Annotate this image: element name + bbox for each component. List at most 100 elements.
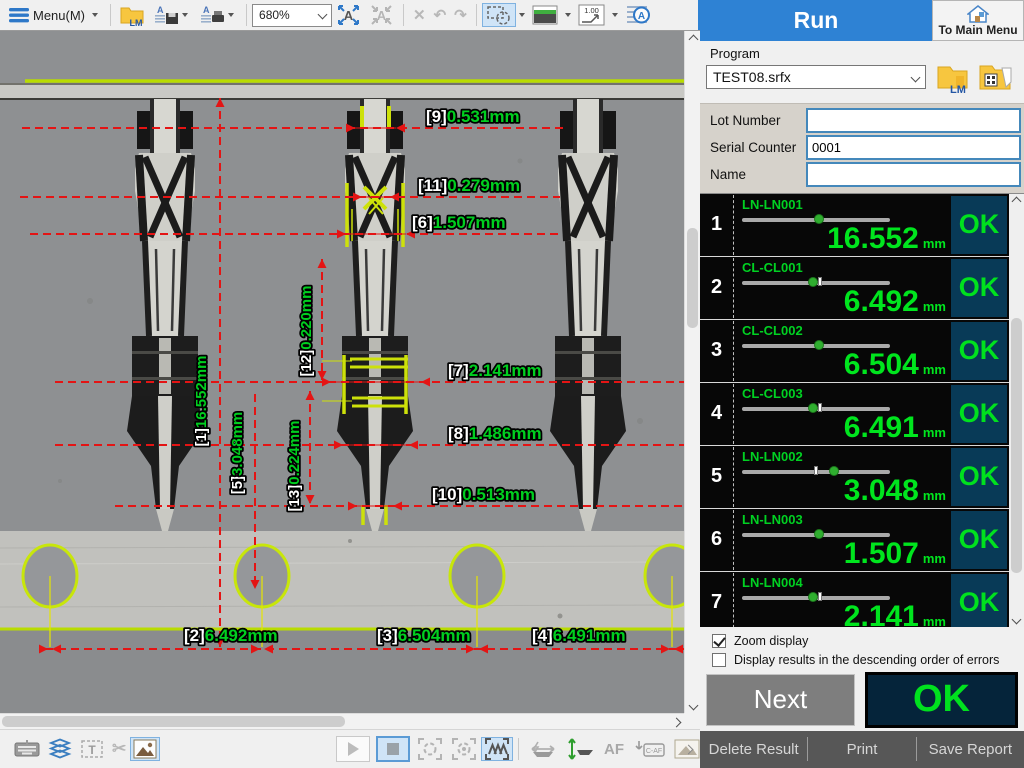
value-marker	[808, 592, 818, 602]
checkbox-2[interactable]	[712, 653, 726, 667]
program-select[interactable]: TEST08.srfx	[706, 65, 926, 89]
run-play-button[interactable]	[336, 736, 370, 762]
fit-zoom-out-button[interactable]: A	[367, 2, 396, 28]
xy-stage-button[interactable]	[526, 736, 560, 762]
run-stop-button[interactable]	[376, 736, 410, 762]
text-annotation-icon: T	[80, 739, 104, 759]
focus-once-button[interactable]	[415, 736, 445, 762]
toolbar-separator	[110, 4, 111, 26]
serial-counter-input[interactable]	[806, 135, 1021, 160]
open-program-button[interactable]: LM	[118, 2, 147, 28]
measurement-value: 2.141	[844, 602, 919, 628]
measurement-unit: mm	[923, 236, 946, 251]
result-row[interactable]: 1LN-LN00116.552mmOK	[700, 194, 1009, 257]
stop-icon	[387, 743, 399, 755]
text-annotation-button[interactable]: T	[78, 736, 106, 762]
threshold-dropdown-arrow[interactable]	[612, 13, 618, 17]
result-number: 5	[700, 446, 733, 508]
xy-stage-icon	[528, 738, 558, 760]
main-menu-button[interactable]: Menu(M)	[7, 2, 103, 28]
lm-folder-icon: LM	[120, 3, 145, 27]
name-input[interactable]	[806, 162, 1021, 187]
horizontal-scroll-thumb[interactable]	[2, 716, 345, 727]
vertical-scroll-thumb[interactable]	[687, 228, 698, 328]
svg-text:[6]1.507mm: [6]1.507mm	[412, 213, 506, 232]
camera-view[interactable]: [9]0.531mm [11]0.279mm [6]1.507mm [7]2.141m…	[0, 30, 700, 730]
redo-button[interactable]: ↷	[454, 6, 467, 24]
depth-composition-button[interactable]	[481, 737, 513, 761]
results-scroll-down[interactable]	[1009, 611, 1024, 627]
to-main-menu-button[interactable]: To Main Menu	[932, 0, 1024, 41]
measurement-unit: mm	[923, 362, 946, 377]
svg-text:[1]16.552mm: [1]16.552mm	[193, 356, 210, 447]
zoom-level-value: 680%	[259, 8, 290, 22]
result-row[interactable]: 7LN-LN0042.141mmOK	[700, 572, 1009, 628]
toolbar-expand-button[interactable]	[683, 736, 694, 762]
checkbox-1[interactable]	[712, 634, 726, 648]
svg-text:A: A	[344, 8, 354, 23]
lot-number-input[interactable]	[806, 108, 1021, 133]
result-row[interactable]: 5LN-LN0023.048mmOK	[700, 446, 1009, 509]
save-dropdown-arrow[interactable]	[182, 13, 188, 17]
menu-dropdown-arrow	[92, 13, 98, 17]
checkbox-row-1[interactable]: Zoom display	[712, 631, 1024, 650]
brightness-dropdown-arrow[interactable]	[565, 13, 571, 17]
fit-zoom-in-icon: A	[336, 3, 361, 27]
region-select-tool[interactable]	[482, 3, 516, 27]
ok-button[interactable]: OK	[865, 672, 1018, 728]
result-row[interactable]: 4CL-CL0036.491mmOK	[700, 383, 1009, 446]
fields-grid: Lot NumberSerial CounterName	[700, 103, 1024, 193]
measurement-name: LN-LN001	[742, 197, 803, 212]
value-marker	[808, 277, 818, 287]
result-number: 1	[700, 194, 733, 256]
result-row[interactable]: 3CL-CL0026.504mmOK	[700, 320, 1009, 383]
af-button[interactable]: AF	[604, 741, 624, 758]
camera-image: [9]0.531mm [11]0.279mm [6]1.507mm [7]2.141m…	[0, 31, 684, 713]
region-tool-dropdown-arrow[interactable]	[519, 13, 525, 17]
continuous-af-button[interactable]: C-AF	[632, 736, 668, 762]
results-scroll-up[interactable]	[1009, 194, 1024, 210]
scroll-right-arrow[interactable]	[668, 714, 684, 730]
program-folder-button[interactable]: LM	[934, 64, 972, 90]
image-horizontal-scrollbar[interactable]	[0, 713, 684, 730]
next-button[interactable]: Next	[706, 674, 855, 726]
result-row[interactable]: 6LN-LN0031.507mmOK	[700, 509, 1009, 572]
result-row[interactable]: 2CL-CL0016.492mmOK	[700, 257, 1009, 320]
threshold-tool[interactable]: 1.00	[576, 2, 607, 28]
undo-button[interactable]: ↶	[434, 6, 447, 24]
delete-measure-button[interactable]: ✕	[413, 6, 426, 24]
value-wrap: 3.048mm	[844, 476, 946, 506]
result-number: 6	[700, 509, 733, 571]
svg-text:[9]0.531mm: [9]0.531mm	[426, 107, 520, 126]
layers-button[interactable]	[46, 736, 74, 762]
print-button[interactable]: Print	[808, 741, 915, 758]
measurement-value: 3.048	[844, 476, 919, 506]
checkbox-row-2[interactable]: Display results in the descending order …	[712, 650, 1024, 669]
keyboard-button[interactable]	[12, 736, 42, 762]
image-vertical-scrollbar[interactable]	[684, 31, 700, 713]
fit-zoom-in-button[interactable]: A	[334, 2, 363, 28]
measurement-name: LN-LN004	[742, 575, 803, 590]
program-value: TEST08.srfx	[713, 69, 791, 85]
focus-area-button[interactable]	[449, 736, 479, 762]
zoom-level-combo[interactable]: 680%	[252, 4, 332, 27]
delete-result-button[interactable]: Delete Result	[700, 741, 807, 758]
z-stage-icon	[566, 737, 594, 761]
image-display-button[interactable]	[130, 737, 160, 761]
svg-text:[7]2.141mm: [7]2.141mm	[448, 361, 542, 380]
results-scrollbar[interactable]	[1009, 194, 1024, 628]
scroll-down-arrow[interactable]	[685, 697, 701, 713]
save-program-button[interactable]: A	[151, 2, 193, 28]
brightness-tool[interactable]	[530, 2, 560, 28]
print-button[interactable]: A	[197, 2, 239, 28]
toolbar-separator	[476, 4, 477, 26]
print-dropdown-arrow[interactable]	[228, 13, 234, 17]
scissors-button[interactable]: ✂	[112, 739, 126, 759]
scroll-up-arrow[interactable]	[685, 31, 701, 47]
results-scroll-thumb[interactable]	[1011, 318, 1022, 573]
svg-text:[11]0.279mm: [11]0.279mm	[418, 176, 520, 195]
z-stage-button[interactable]	[564, 736, 596, 762]
save-report-button[interactable]: Save Report	[917, 741, 1024, 758]
program-qr-button[interactable]	[976, 64, 1016, 90]
auto-measure-button[interactable]: A	[623, 2, 653, 28]
